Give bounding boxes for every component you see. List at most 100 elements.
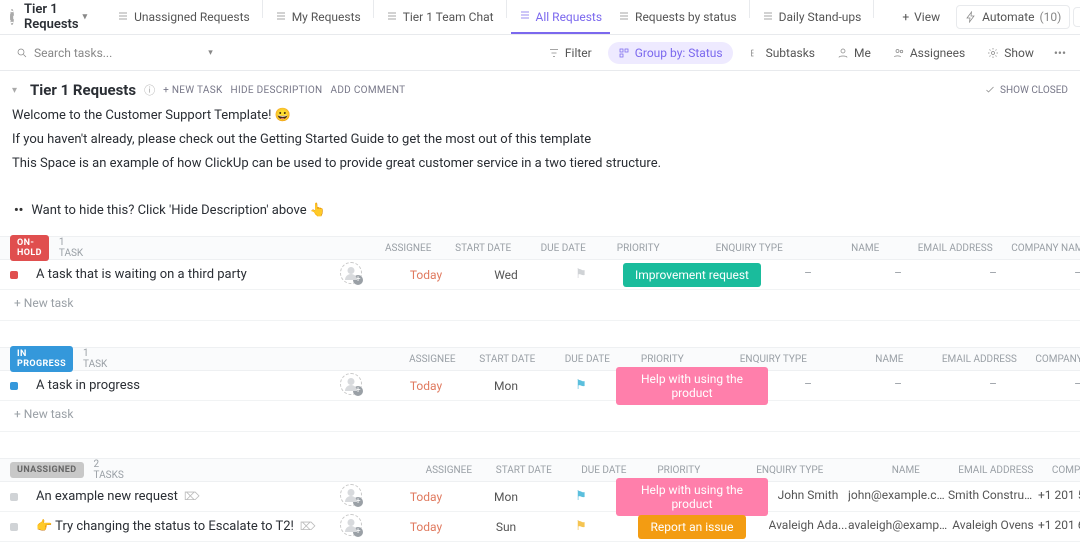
email-cell[interactable]: avaleigh@example.co [848,518,948,535]
company-cell[interactable]: Smith Construction [948,488,1038,505]
assignee-cell[interactable]: + [316,484,386,509]
company-cell[interactable]: – [948,266,1038,283]
priority-flag-icon[interactable]: ⚑ [546,378,616,393]
new-task-button[interactable]: + New task [0,290,1080,321]
search-input[interactable]: Search tasks... ▾ [10,42,219,64]
col-start-date[interactable]: START DATE [467,354,547,365]
assignee-cell[interactable]: + [316,373,386,398]
due-date-cell[interactable]: Mon [466,490,546,504]
col-company[interactable]: COMPANY NAME [1005,243,1080,254]
col-assignee[interactable]: ASSIGNEE [397,354,467,365]
me-button[interactable]: Me [831,42,877,64]
priority-flag-icon[interactable]: ⚑ [546,489,616,504]
col-company[interactable]: COMPANY NAME [1029,354,1080,365]
status-square[interactable] [10,382,18,390]
col-due-date[interactable]: DUE DATE [547,354,627,365]
col-due-date[interactable]: DUE DATE [564,465,644,476]
email-cell[interactable]: – [848,377,948,394]
automate-button[interactable]: Automate (10) [956,5,1070,29]
start-date-cell[interactable]: Today [386,490,466,504]
name-cell[interactable]: John Smith [768,488,848,505]
start-date-cell[interactable]: Today [386,379,466,393]
name-cell[interactable]: Avaleigh Ada... [768,518,848,535]
new-task-button[interactable]: + NEW TASK [163,85,222,96]
status-pill[interactable]: UNASSIGNED [10,462,84,478]
col-priority[interactable]: PRIORITY [603,243,673,254]
assignee-cell[interactable]: + [316,262,386,287]
add-view-button[interactable]: + View [894,4,948,30]
new-task-button[interactable]: + New task [0,401,1080,432]
collapse-chevron-icon[interactable]: ▾ [12,85,22,96]
filter-button[interactable]: Filter [542,42,598,64]
phone-cell[interactable]: – [1038,377,1080,394]
show-closed-toggle[interactable]: SHOW CLOSED [984,84,1068,96]
company-cell[interactable]: – [948,377,1038,394]
task-row[interactable]: A task in progress + Today Mon ⚑ Help wi… [0,371,1080,401]
group-by-button[interactable]: Group by: Status [608,42,733,64]
add-comment-button[interactable]: ADD COMMENT [331,85,406,96]
subtasks-button[interactable]: Subtasks [743,42,821,64]
col-priority[interactable]: PRIORITY [644,465,714,476]
info-icon[interactable]: ⓘ [144,82,155,98]
col-name[interactable]: NAME [825,243,905,254]
status-square[interactable] [10,523,18,531]
view-tab[interactable]: Daily Stand-ups [754,0,870,34]
col-email[interactable]: EMAIL ADDRESS [905,243,1005,254]
email-cell[interactable]: – [848,266,948,283]
col-priority[interactable]: PRIORITY [627,354,697,365]
status-pill[interactable]: ON-HOLD [10,235,49,261]
enquiry-type-cell[interactable]: Help with using the product [616,478,768,516]
task-name[interactable]: A task in progress [36,378,316,393]
automate-dropdown[interactable]: ▾ [1073,7,1080,27]
due-date-cell[interactable]: Wed [466,268,546,282]
col-assignee[interactable]: ASSIGNEE [373,243,443,254]
col-enquiry-type[interactable]: ENQUIRY TYPE [714,465,866,476]
priority-flag-icon[interactable]: ⚑ [546,519,616,534]
company-cell[interactable]: Avaleigh Ovens [948,518,1038,535]
task-row[interactable]: An example new request⌦ + Today Mon ⚑ He… [0,482,1080,512]
col-assignee[interactable]: ASSIGNEE [414,465,484,476]
phone-cell[interactable]: – [1038,266,1080,283]
phone-cell[interactable]: +1 201 666 666 [1038,518,1080,535]
task-name[interactable]: 👉 Try changing the status to Escalate to… [36,519,316,534]
start-date-cell[interactable]: Today [386,268,466,282]
enquiry-type-cell[interactable]: Report an issue [616,515,768,539]
name-cell[interactable]: – [768,266,848,283]
due-date-cell[interactable]: Sun [466,520,546,534]
enquiry-type-cell[interactable]: Help with using the product [616,367,768,405]
space-title[interactable]: Tier 1 Requests▾ [18,2,93,32]
col-email[interactable]: EMAIL ADDRESS [929,354,1029,365]
status-square[interactable] [10,493,18,501]
view-tab[interactable]: Unassigned Requests [109,0,258,34]
hide-description-button[interactable]: HIDE DESCRIPTION [231,85,323,96]
col-enquiry-type[interactable]: ENQUIRY TYPE [697,354,849,365]
col-start-date[interactable]: START DATE [484,465,564,476]
view-tab[interactable]: Requests by status [610,0,745,34]
col-enquiry-type[interactable]: ENQUIRY TYPE [673,243,825,254]
col-due-date[interactable]: DUE DATE [523,243,603,254]
start-date-cell[interactable]: Today [386,520,466,534]
assignees-button[interactable]: Assignees [887,42,971,64]
name-cell[interactable]: – [768,377,848,394]
view-tab[interactable]: All Requests [511,0,611,34]
priority-flag-icon[interactable]: ⚑ [546,267,616,282]
col-company[interactable]: COMPANY NAME [1046,465,1080,476]
phone-cell[interactable]: +1 201 555 555 [1038,488,1080,505]
task-row[interactable]: 👉 Try changing the status to Escalate to… [0,512,1080,542]
show-button[interactable]: Show [981,42,1040,64]
col-name[interactable]: NAME [849,354,929,365]
assignee-cell[interactable]: + [316,514,386,539]
col-start-date[interactable]: START DATE [443,243,523,254]
more-icon[interactable]: ••• [1050,46,1070,60]
task-name[interactable]: An example new request⌦ [36,489,316,504]
view-tab[interactable]: Tier 1 Team Chat [378,0,502,34]
enquiry-type-cell[interactable]: Improvement request [616,263,768,287]
status-square[interactable] [10,271,18,279]
col-name[interactable]: NAME [866,465,946,476]
email-cell[interactable]: john@example.com [848,488,948,505]
view-tab[interactable]: My Requests [267,0,369,34]
task-row[interactable]: A task that is waiting on a third party … [0,260,1080,290]
due-date-cell[interactable]: Mon [466,379,546,393]
col-email[interactable]: EMAIL ADDRESS [946,465,1046,476]
task-name[interactable]: A task that is waiting on a third party [36,267,316,282]
